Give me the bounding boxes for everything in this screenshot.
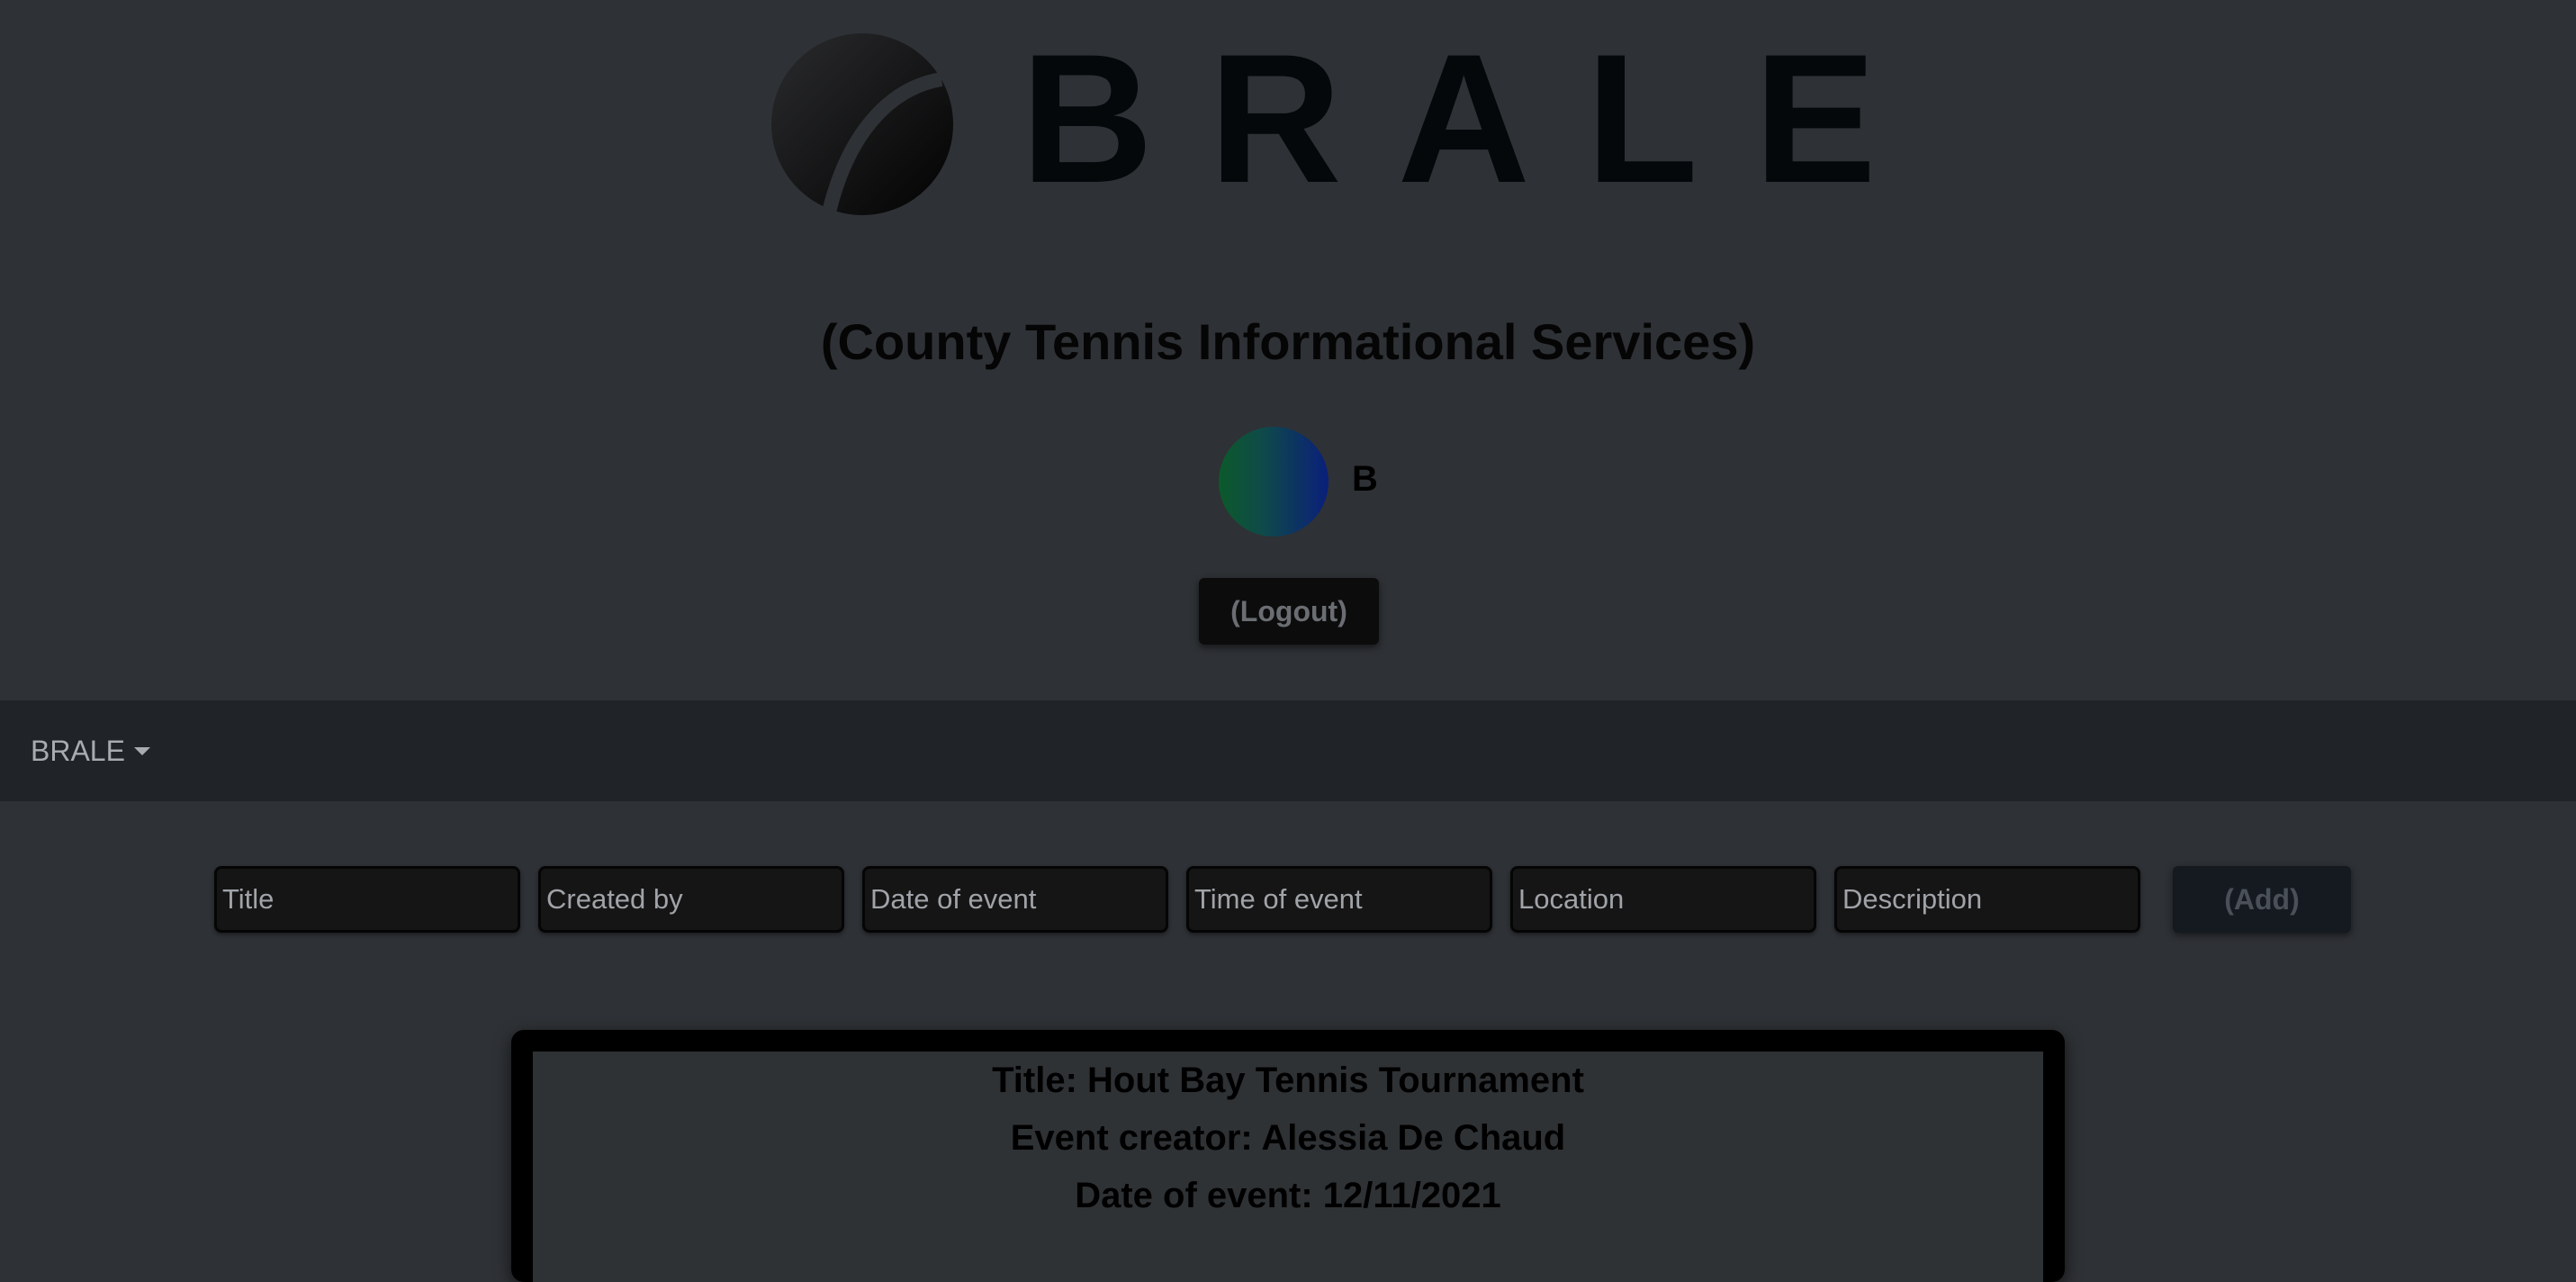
add-button[interactable]: (Add)	[2173, 866, 2351, 933]
location-input[interactable]	[1510, 866, 1816, 933]
event-creator: Event creator: Alessia De Chaud	[1010, 1118, 1566, 1158]
brand-wordmark: BRALE	[1021, 16, 1932, 221]
brand-dropdown-label: BRALE	[31, 735, 125, 767]
event-title: Title: Hout Bay Tennis Tournament	[992, 1061, 1584, 1100]
brand-dropdown[interactable]: BRALE	[31, 731, 150, 771]
avatar	[1219, 427, 1329, 537]
navbar: BRALE	[0, 700, 2576, 801]
event-date: Date of event: 12/11/2021	[1075, 1176, 1501, 1215]
page-subtitle: (County Tennis Informational Services)	[820, 313, 1756, 370]
description-input[interactable]	[1834, 866, 2140, 933]
time-input[interactable]	[1186, 866, 1492, 933]
logout-button[interactable]: (Logout)	[1199, 578, 1379, 645]
user-initial: B	[1352, 459, 1378, 499]
tennis-ball-icon	[771, 33, 953, 216]
brand-logo: BRALE	[770, 27, 1877, 216]
date-input[interactable]	[862, 866, 1168, 933]
header: BRALE (County Tennis Informational Servi…	[0, 0, 2576, 700]
title-input[interactable]	[214, 866, 520, 933]
event-card-body: Title: Hout Bay Tennis Tournament Event …	[533, 1052, 2043, 1282]
event-card: Title: Hout Bay Tennis Tournament Event …	[511, 1030, 2065, 1282]
caret-down-icon	[133, 746, 150, 755]
created-by-input[interactable]	[538, 866, 844, 933]
